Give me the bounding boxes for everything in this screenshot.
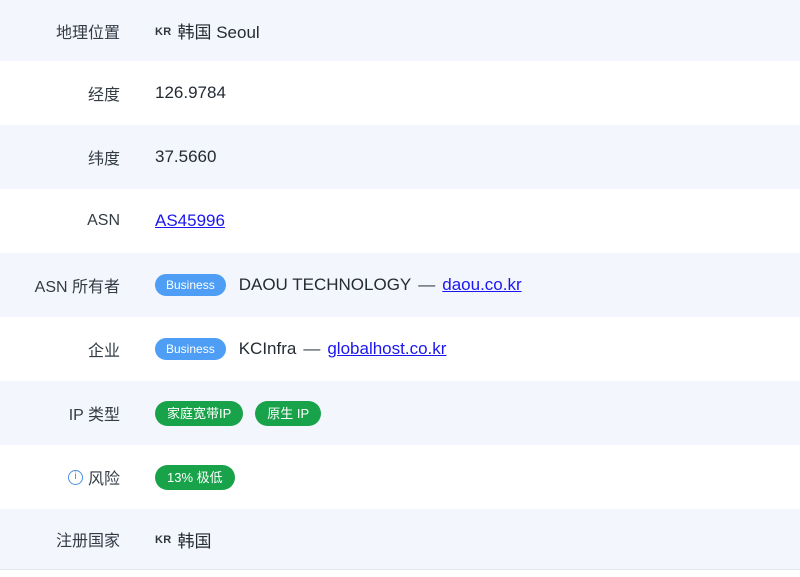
company-link[interactable]: globalhost.co.kr	[327, 339, 446, 359]
business-badge: Business	[155, 338, 226, 360]
ip-type-badge: 家庭宽带IP	[155, 401, 243, 426]
ip-type-badge: 原生 IP	[255, 401, 321, 426]
asn-owner-link[interactable]: daou.co.kr	[442, 275, 521, 295]
country-code: KR	[155, 24, 172, 38]
risk-label: 风险	[88, 465, 120, 489]
row-longitude: 经度 126.9784	[0, 61, 800, 125]
geo-location-text: 韩国 Seoul	[178, 18, 260, 43]
asn-value: AS45996	[155, 211, 225, 231]
risk-score-badge: 13% 极低	[155, 465, 235, 490]
reg-country-label: 注册国家	[0, 527, 120, 551]
row-reg-country: 注册国家 KR 韩国	[0, 509, 800, 570]
dash-separator: —	[418, 275, 435, 295]
latitude-value: 37.5660	[155, 147, 216, 167]
row-geo-location: 地理位置 KR 韩国 Seoul	[0, 0, 800, 61]
business-badge: Business	[155, 274, 226, 296]
reg-country-text: 韩国	[178, 527, 212, 552]
info-icon[interactable]: i	[68, 470, 83, 485]
reg-country-value: KR 韩国	[155, 527, 212, 552]
geo-location-value: KR 韩国 Seoul	[155, 18, 260, 43]
asn-owner-label: ASN 所有者	[0, 273, 120, 297]
row-asn: ASN AS45996	[0, 189, 800, 253]
company-name: KCInfra	[239, 339, 297, 359]
asn-label: ASN	[0, 212, 120, 230]
row-latitude: 纬度 37.5660	[0, 125, 800, 189]
geo-location-label: 地理位置	[0, 19, 120, 43]
longitude-value: 126.9784	[155, 83, 226, 103]
row-company: 企业 Business KCInfra — globalhost.co.kr	[0, 317, 800, 381]
row-asn-owner: ASN 所有者 Business DAOU TECHNOLOGY — daou.…	[0, 253, 800, 317]
ip-info-table: 地理位置 KR 韩国 Seoul 经度 126.9784 纬度 37.5660 …	[0, 0, 800, 577]
risk-label-wrap: i 风险	[0, 465, 120, 489]
asn-owner-name: DAOU TECHNOLOGY	[239, 275, 412, 295]
dash-separator: —	[303, 339, 320, 359]
country-code: KR	[155, 532, 172, 546]
row-risk: i 风险 13% 极低	[0, 445, 800, 509]
asn-owner-value: Business DAOU TECHNOLOGY — daou.co.kr	[155, 274, 522, 296]
asn-link[interactable]: AS45996	[155, 211, 225, 231]
company-value: Business KCInfra — globalhost.co.kr	[155, 338, 446, 360]
longitude-label: 经度	[0, 81, 120, 105]
ip-type-value: 家庭宽带IP 原生 IP	[155, 401, 333, 426]
ip-type-label: IP 类型	[0, 401, 120, 425]
latitude-label: 纬度	[0, 145, 120, 169]
row-ip-type: IP 类型 家庭宽带IP 原生 IP	[0, 381, 800, 445]
company-label: 企业	[0, 337, 120, 361]
risk-value: 13% 极低	[155, 465, 247, 490]
